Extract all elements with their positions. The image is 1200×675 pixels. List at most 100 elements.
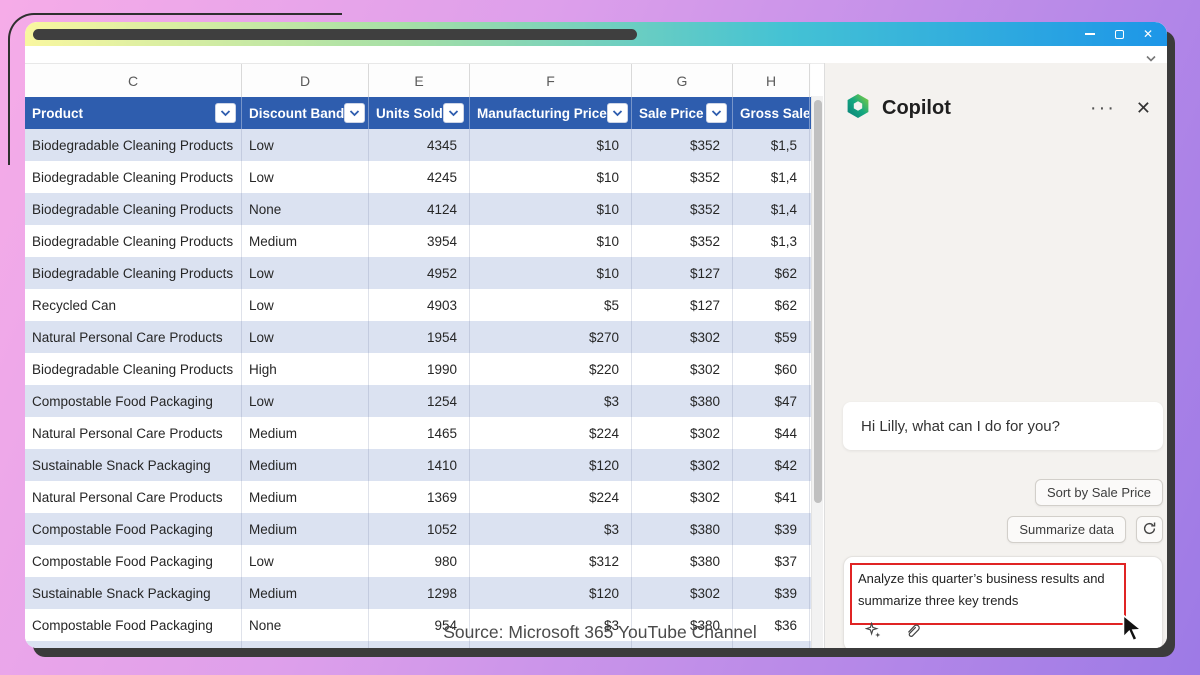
cell-product[interactable]: Natural Personal Care Products — [25, 321, 242, 353]
cell-units-sold[interactable]: 4952 — [369, 257, 470, 289]
header-cell[interactable]: Units Sold — [369, 97, 470, 129]
cell-sale-price[interactable]: $302 — [632, 577, 733, 609]
cell-manufacturing-price[interactable]: $3 — [470, 513, 632, 545]
cell-product[interactable]: Biodegradable Cleaning Products — [25, 193, 242, 225]
copilot-input[interactable]: Analyze this quarter’s business results … — [843, 556, 1163, 648]
cell-units-sold[interactable]: 1990 — [369, 353, 470, 385]
cell-sale-price[interactable]: $352 — [632, 161, 733, 193]
cell-manufacturing-price[interactable]: $10 — [470, 193, 632, 225]
cell-discount-band[interactable]: Low — [242, 385, 369, 417]
cell-product[interactable]: Compostable Food Packaging — [25, 513, 242, 545]
header-cell[interactable]: Product — [25, 97, 242, 129]
panel-close-icon[interactable]: ✕ — [1136, 98, 1151, 119]
column-letter-h[interactable]: H — [733, 64, 810, 97]
cell-sale-price[interactable]: $380 — [632, 609, 733, 641]
cell-units-sold[interactable]: 1298 — [369, 577, 470, 609]
cell-manufacturing-price[interactable]: $10 — [470, 225, 632, 257]
cell-gross-sales[interactable]: $47 — [733, 385, 810, 417]
cell-product[interactable]: Natural Personal Care Products — [25, 417, 242, 449]
cell-gross-sales[interactable]: $37 — [733, 545, 810, 577]
cell-manufacturing-price[interactable]: $270 — [470, 321, 632, 353]
sort-by-sale-price-button[interactable]: Sort by Sale Price — [1035, 479, 1163, 506]
cell-manufacturing-price[interactable]: $10 — [470, 161, 632, 193]
cell-gross-sales[interactable]: $1,3 — [733, 225, 810, 257]
cell-discount-band[interactable]: Low — [242, 641, 369, 648]
filter-dropdown-icon[interactable] — [706, 103, 727, 123]
cell-units-sold[interactable]: 4903 — [369, 289, 470, 321]
cell-gross-sales[interactable]: $1,5 — [733, 129, 810, 161]
cell-product[interactable]: Compostable Food Packaging — [25, 609, 242, 641]
cell-gross-sales[interactable]: $62 — [733, 289, 810, 321]
cell-product[interactable]: Recycled Can — [25, 289, 242, 321]
cell-gross-sales[interactable]: $44 — [733, 417, 810, 449]
cell-product[interactable]: Biodegradable Cleaning Products — [25, 161, 242, 193]
cell-product[interactable]: Biodegradable Cleaning Products — [25, 257, 242, 289]
vertical-scrollbar[interactable] — [811, 96, 823, 648]
cell-sale-price[interactable]: $302 — [632, 449, 733, 481]
cell-product[interactable]: Compostable Food Packaging — [25, 545, 242, 577]
cell-sale-price[interactable]: $302 — [632, 321, 733, 353]
cell-manufacturing-price[interactable]: $10 — [470, 129, 632, 161]
cell-product[interactable]: Biodegradable Cleaning Products — [25, 353, 242, 385]
cell-discount-band[interactable]: Low — [242, 289, 369, 321]
cell-sale-price[interactable]: $302 — [632, 353, 733, 385]
cell-discount-band[interactable]: Medium — [242, 577, 369, 609]
cell-sale-price[interactable]: $352 — [632, 193, 733, 225]
prompt-text[interactable]: Analyze this quarter’s business results … — [858, 568, 1118, 612]
cell-manufacturing-price[interactable]: $312 — [470, 545, 632, 577]
cell-discount-band[interactable]: Low — [242, 257, 369, 289]
cell-sale-price[interactable]: $127 — [632, 641, 733, 648]
cell-discount-band[interactable]: High — [242, 353, 369, 385]
cell-units-sold[interactable]: 980 — [369, 545, 470, 577]
cell-units-sold[interactable]: 1369 — [369, 481, 470, 513]
cell-discount-band[interactable]: None — [242, 193, 369, 225]
cell-units-sold[interactable]: 4345 — [369, 129, 470, 161]
cell-sale-price[interactable]: $127 — [632, 289, 733, 321]
header-cell[interactable]: Discount Band — [242, 97, 369, 129]
cell-discount-band[interactable]: Medium — [242, 513, 369, 545]
header-cell[interactable]: Gross Sales — [733, 97, 810, 129]
cell-gross-sales[interactable]: $60 — [733, 353, 810, 385]
cell-gross-sales[interactable]: $36 — [733, 609, 810, 641]
summarize-data-button[interactable]: Summarize data — [1007, 516, 1126, 543]
cell-units-sold[interactable]: 1410 — [369, 449, 470, 481]
cell-product[interactable]: Sustainable Snack Packaging — [25, 449, 242, 481]
cell-sale-price[interactable]: $302 — [632, 481, 733, 513]
cell-sale-price[interactable]: $352 — [632, 225, 733, 257]
filter-dropdown-icon[interactable] — [215, 103, 236, 123]
cell-manufacturing-price[interactable]: $220 — [470, 353, 632, 385]
cell-manufacturing-price[interactable]: $224 — [470, 417, 632, 449]
cell-units-sold[interactable]: 1052 — [369, 513, 470, 545]
filter-dropdown-icon[interactable] — [607, 103, 628, 123]
cell-manufacturing-price[interactable]: $3 — [470, 609, 632, 641]
cell-product[interactable]: Sustainable Snack Packaging — [25, 577, 242, 609]
cell-gross-sales[interactable]: $6 — [733, 641, 810, 648]
cell-product[interactable]: Biodegradable Cleaning Products — [25, 225, 242, 257]
cell-units-sold[interactable]: 4245 — [369, 161, 470, 193]
minimize-icon[interactable] — [1083, 27, 1097, 41]
cell-discount-band[interactable]: Low — [242, 129, 369, 161]
cell-product[interactable]: Biodegradable Cleaning Products — [25, 641, 242, 648]
column-letter-c[interactable]: C — [25, 64, 242, 97]
cell-sale-price[interactable]: $380 — [632, 385, 733, 417]
header-cell[interactable]: Sale Price — [632, 97, 733, 129]
scrollbar-thumb[interactable] — [814, 100, 822, 503]
cell-discount-band[interactable]: Low — [242, 545, 369, 577]
column-letter-e[interactable]: E — [369, 64, 470, 97]
attach-paperclip-icon[interactable] — [904, 621, 922, 639]
column-letter-f[interactable]: F — [470, 64, 632, 97]
cell-units-sold[interactable]: 1465 — [369, 417, 470, 449]
cell-units-sold[interactable]: 954 — [369, 609, 470, 641]
cell-discount-band[interactable]: Low — [242, 321, 369, 353]
maximize-icon[interactable] — [1112, 27, 1126, 41]
cell-manufacturing-price[interactable]: $10 — [470, 257, 632, 289]
header-cell[interactable]: Manufacturing Price — [470, 97, 632, 129]
column-letter-g[interactable]: G — [632, 64, 733, 97]
cell-discount-band[interactable]: Medium — [242, 449, 369, 481]
cell-gross-sales[interactable]: $62 — [733, 257, 810, 289]
cell-manufacturing-price[interactable]: $110 — [470, 641, 632, 648]
more-options-icon[interactable]: ··· — [1090, 103, 1116, 113]
cell-units-sold[interactable]: 3954 — [369, 225, 470, 257]
cell-sale-price[interactable]: $380 — [632, 513, 733, 545]
cell-manufacturing-price[interactable]: $5 — [470, 289, 632, 321]
